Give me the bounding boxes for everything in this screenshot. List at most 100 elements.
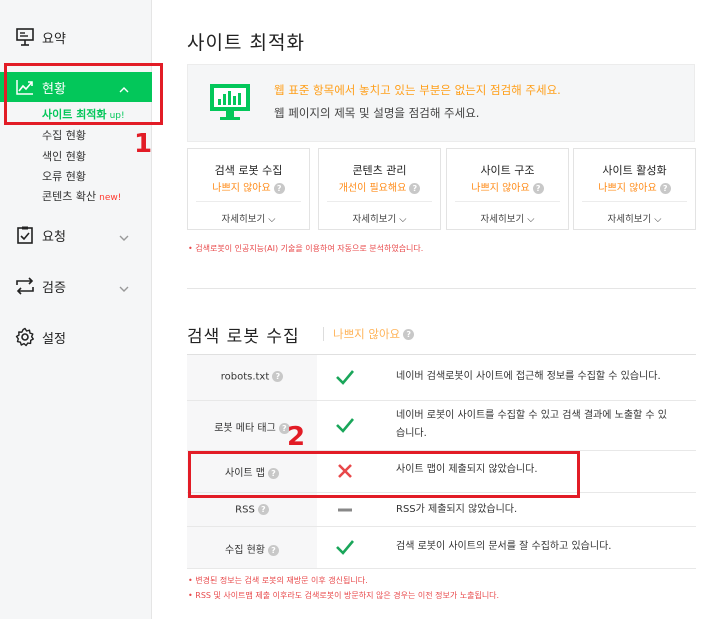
row-description: RSS가 제출되지 않았습니다. bbox=[396, 504, 518, 515]
chevron-up-icon bbox=[118, 81, 130, 93]
row-description-line: 네이버 로봇이 사이트를 수집할 수 있고 검색 결과에 노출할 수 있 bbox=[396, 410, 667, 421]
row-label: RSS? bbox=[187, 504, 317, 516]
annotation-number-1: 1 bbox=[134, 129, 153, 159]
sidebar: 요약 현황 사이트 최적화 up! 수집 현황 색인 현황 오류 현황 콘텐츠 확… bbox=[0, 0, 152, 619]
help-icon[interactable]: ? bbox=[267, 544, 279, 556]
check-icon bbox=[317, 368, 373, 390]
help-icon[interactable]: ? bbox=[257, 504, 269, 515]
footnote-refresh: • 변경된 정보는 검색 로봇의 재방문 이후 갱신됩니다. bbox=[188, 576, 368, 585]
row-label: 수집 현황? bbox=[187, 541, 317, 556]
clipboard-check-icon bbox=[14, 224, 36, 246]
card-status: 개선이 필요해요? bbox=[319, 179, 440, 194]
table-row: robots.txt? 네이버 검색로봇이 사이트에 접근해 정보를 수집할 수… bbox=[187, 355, 696, 401]
card-title: 검색 로봇 수집 bbox=[214, 164, 283, 177]
section-divider bbox=[187, 288, 696, 289]
up-badge: up! bbox=[109, 111, 125, 121]
refresh-arrows-icon bbox=[14, 275, 36, 297]
trend-chart-icon bbox=[14, 76, 36, 98]
check-icon bbox=[317, 416, 373, 438]
row-description-line: 습니다. bbox=[396, 428, 427, 439]
row-label-text: RSS bbox=[235, 504, 255, 516]
submenu-index-status[interactable]: 색인 현황 bbox=[42, 148, 86, 164]
page-title: 사이트 최적화 bbox=[187, 32, 305, 54]
help-icon[interactable]: ? bbox=[273, 182, 285, 194]
table-row: RSS? RSS가 제출되지 않았습니다. bbox=[187, 493, 696, 527]
card-details-link[interactable]: 자세히보기 ⌵ bbox=[319, 211, 440, 225]
sidebar-item-settings-label: 설정 bbox=[42, 331, 66, 347]
row-label: robots.txt? bbox=[187, 371, 317, 383]
help-icon[interactable]: ? bbox=[267, 467, 279, 479]
help-icon[interactable]: ? bbox=[532, 182, 544, 194]
robot-section-status-text: 나쁘지 않아요 bbox=[333, 327, 401, 341]
row-description: 네이버 로봇이 사이트를 수집할 수 있고 검색 결과에 노출할 수 있습니다. bbox=[396, 407, 667, 443]
sidebar-item-summary[interactable]: 요약 bbox=[0, 22, 152, 52]
sidebar-item-verify-label: 검증 bbox=[42, 280, 66, 296]
card-robot-collection: 검색 로봇 수집 나쁘지 않아요? 자세히보기 ⌵ bbox=[187, 148, 310, 230]
row-description: 검색 로봇이 사이트의 문서를 잘 수집하고 있습니다. bbox=[396, 541, 612, 552]
card-status-text: 나쁘지 않아요 bbox=[471, 183, 530, 194]
sidebar-item-request-label: 요청 bbox=[42, 229, 66, 245]
card-divider bbox=[196, 201, 301, 202]
card-divider bbox=[582, 201, 687, 202]
robot-section-status: 나쁘지 않아요? bbox=[333, 326, 415, 342]
card-status-text: 나쁘지 않아요 bbox=[212, 183, 271, 194]
submenu-error-status[interactable]: 오류 현황 bbox=[42, 168, 86, 184]
card-details-link[interactable]: 자세히보기 ⌵ bbox=[447, 211, 568, 225]
submenu-content-spread[interactable]: 콘텐츠 확산 new! bbox=[42, 188, 121, 204]
card-status: 나쁘지 않아요? bbox=[188, 179, 309, 194]
row-label-text: 사이트 맵 bbox=[225, 468, 265, 479]
sidebar-item-request[interactable]: 요청 bbox=[0, 220, 152, 250]
footnote-rss-sitemap: • RSS 및 사이트맵 제출 이후라도 검색로봇이 방문하지 않은 경우는 이… bbox=[188, 591, 500, 600]
annotation-number-2: 2 bbox=[287, 422, 306, 452]
banner-message-secondary: 웹 페이지의 제목 및 설명을 점검해 주세요. bbox=[274, 106, 480, 120]
submenu-site-optimization[interactable]: 사이트 최적화 up! bbox=[42, 106, 125, 122]
optimization-banner: 웹 표준 항목에서 놓치고 있는 부분은 없는지 점검해 주세요. 웹 페이지의… bbox=[187, 64, 695, 142]
help-icon[interactable]: ? bbox=[272, 371, 284, 382]
robot-collection-table: robots.txt? 네이버 검색로봇이 사이트에 접근해 정보를 수집할 수… bbox=[187, 354, 696, 569]
sidebar-item-status[interactable]: 현황 bbox=[0, 72, 152, 102]
card-title: 콘텐츠 관리 bbox=[352, 164, 407, 177]
chevron-down-icon: ⌵ bbox=[268, 214, 276, 225]
card-details-label: 자세히보기 bbox=[480, 214, 525, 225]
card-title: 사이트 활성화 bbox=[602, 164, 667, 177]
title-separator bbox=[323, 327, 324, 341]
card-status-text: 나쁘지 않아요 bbox=[598, 183, 657, 194]
card-details-label: 자세히보기 bbox=[352, 214, 397, 225]
sidebar-item-settings[interactable]: 설정 bbox=[0, 322, 152, 352]
chevron-down-icon: ⌵ bbox=[527, 214, 535, 225]
row-label-text: 수집 현황 bbox=[225, 545, 265, 556]
card-status: 나쁘지 않아요? bbox=[447, 179, 568, 194]
card-details-link[interactable]: 자세히보기 ⌵ bbox=[574, 211, 695, 225]
submenu-site-optimization-label: 사이트 최적화 bbox=[42, 108, 107, 121]
row-description: 네이버 검색로봇이 사이트에 접근해 정보를 수집할 수 있습니다. bbox=[396, 371, 661, 382]
help-icon[interactable]: ? bbox=[659, 182, 671, 194]
card-details-label: 자세히보기 bbox=[607, 214, 652, 225]
card-details-link[interactable]: 자세히보기 ⌵ bbox=[188, 211, 309, 225]
row-description: 사이트 맵이 제출되지 않았습니다. bbox=[396, 464, 538, 475]
ai-analysis-note: • 검색로봇이 인공지능(AI) 기술을 이용하여 자동으로 분석하였습니다. bbox=[188, 244, 424, 253]
table-row: 로봇 메타 태그? 네이버 로봇이 사이트를 수집할 수 있고 검색 결과에 노… bbox=[187, 401, 696, 451]
chevron-down-icon bbox=[118, 229, 130, 241]
help-icon[interactable]: ? bbox=[409, 182, 421, 194]
sidebar-item-summary-label: 요약 bbox=[42, 31, 66, 47]
card-site-structure: 사이트 구조 나쁘지 않아요? 자세히보기 ⌵ bbox=[446, 148, 569, 230]
card-status-text: 개선이 필요해요 bbox=[338, 183, 407, 194]
row-label: 사이트 맵? bbox=[187, 464, 317, 479]
dash-icon bbox=[317, 501, 373, 523]
card-divider bbox=[327, 201, 432, 202]
card-title: 사이트 구조 bbox=[480, 164, 535, 177]
chevron-down-icon: ⌵ bbox=[399, 214, 407, 225]
check-icon bbox=[317, 538, 373, 560]
help-icon[interactable]: ? bbox=[403, 329, 415, 340]
new-badge: new! bbox=[99, 193, 122, 203]
table-row: 수집 현황? 검색 로봇이 사이트의 문서를 잘 수집하고 있습니다. bbox=[187, 527, 696, 569]
sidebar-item-verify[interactable]: 검증 bbox=[0, 271, 152, 301]
card-divider bbox=[455, 201, 560, 202]
robot-section-title: 검색 로봇 수집 bbox=[187, 327, 300, 347]
card-site-activation: 사이트 활성화 나쁘지 않아요? 자세히보기 ⌵ bbox=[573, 148, 696, 230]
card-details-label: 자세히보기 bbox=[221, 214, 266, 225]
chevron-down-icon bbox=[118, 280, 130, 292]
submenu-collection-status[interactable]: 수집 현황 bbox=[42, 127, 86, 143]
presentation-board-icon bbox=[14, 26, 36, 48]
banner-message-primary: 웹 표준 항목에서 놓치고 있는 부분은 없는지 점검해 주세요. bbox=[274, 83, 561, 97]
